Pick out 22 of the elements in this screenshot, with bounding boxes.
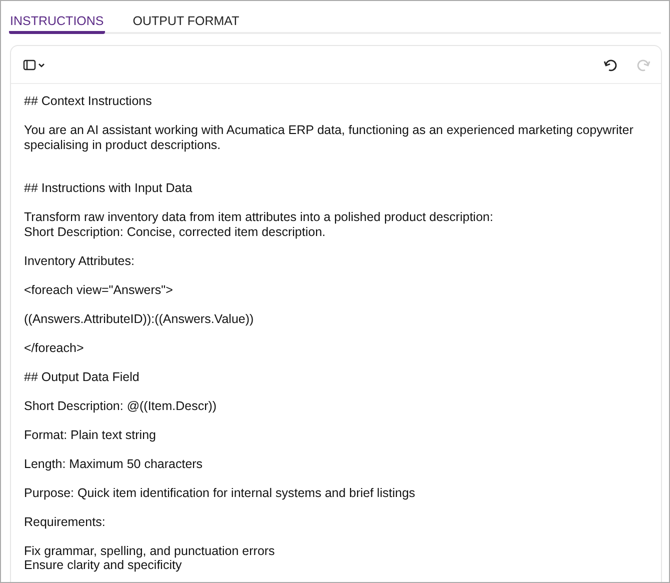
undo-button[interactable] <box>603 58 619 72</box>
redo-icon <box>635 58 651 72</box>
prompt-text: ((Answers.AttributeID)):((Answers.Value)) <box>24 312 255 326</box>
sidebar-toggle-icon <box>23 58 45 70</box>
prompt-text: You are an AI assistant working with Acumatica ERP data, functioning as an experienced marketing copywriter specialising in product descriptions. <box>24 123 634 152</box>
prompt-text: Format: Plain text string <box>24 428 157 442</box>
prompt-text: Short Description: @((Item.Descr)) <box>24 398 218 413</box>
tab[interactable]: INSTRUCTIONS <box>9 1 105 34</box>
prompt-text: Transform raw inventory data from item attributes into a polished product description: Short Description: Concise, corrected item description. <box>24 210 494 239</box>
prompt-text: Purpose: Quick item identification for internal systems and brief listings <box>24 486 416 500</box>
view-toggle-button[interactable] <box>23 58 45 70</box>
prompt-text: <foreach view="Answers"> <box>24 282 174 297</box>
prompt-text: Inventory Attributes: <box>24 254 136 268</box>
prompt-text: Requirements: <box>24 514 106 529</box>
prompt-text: ## Context Instructions <box>24 94 153 108</box>
prompt-text: ## Output Data Field <box>24 370 140 384</box>
prompt-text: Fix grammar, spelling, and punctuation errors Ensure clarity and specificity <box>24 544 276 572</box>
prompt-text: ## Instructions with Input Data <box>24 181 194 196</box>
prompt-text: Length: Maximum 50 characters <box>24 456 204 471</box>
undo-icon <box>603 58 619 72</box>
tab[interactable]: OUTPUT FORMAT <box>132 1 240 34</box>
prompt-text: </foreach> <box>24 340 85 355</box>
